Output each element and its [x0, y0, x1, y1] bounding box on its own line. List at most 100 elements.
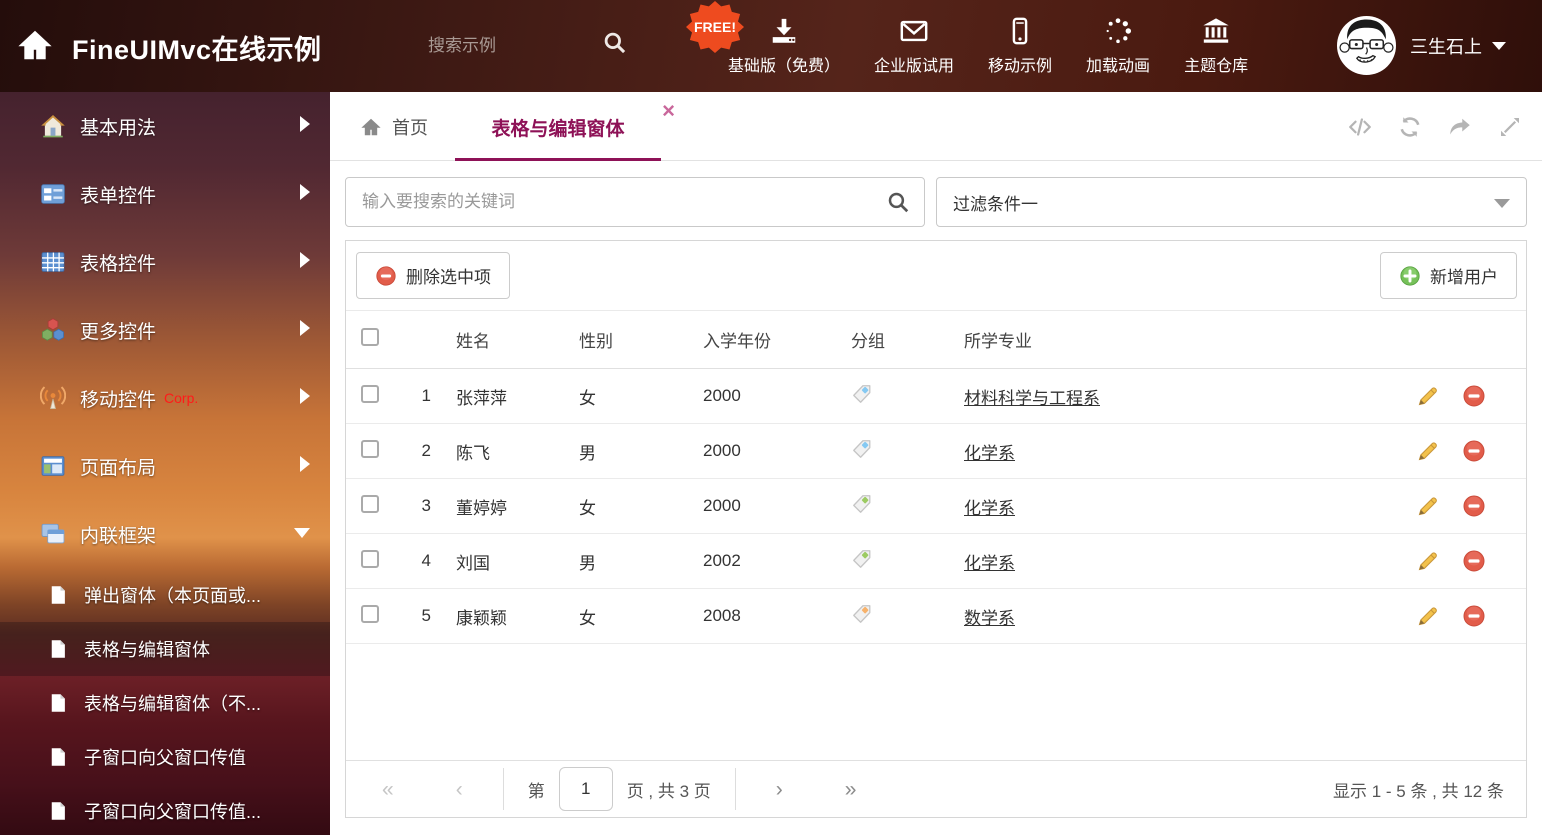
- row-checkbox[interactable]: [361, 440, 379, 458]
- nav-item-2[interactable]: 企业版试用: [874, 16, 954, 76]
- expand-icon[interactable]: [1498, 115, 1522, 139]
- avatar[interactable]: [1337, 16, 1396, 75]
- row-checkbox[interactable]: [361, 605, 379, 623]
- delete-minus-icon[interactable]: [1462, 439, 1486, 463]
- page-prefix: 第: [528, 777, 545, 802]
- refresh-icon[interactable]: [1398, 115, 1422, 139]
- chevron-right-icon: [300, 388, 310, 409]
- edit-pencil-icon[interactable]: [1416, 384, 1440, 408]
- sidebar-item-label: 表单控件: [80, 181, 156, 208]
- table-row[interactable]: 5康颖颖女2008数学系: [346, 589, 1526, 644]
- nav-item-label: 企业版试用: [874, 52, 954, 76]
- sidebar-item-7[interactable]: 内联框架: [0, 500, 330, 568]
- sidebar-item-4[interactable]: 更多控件: [0, 296, 330, 364]
- chevron-down-icon: [1492, 42, 1506, 50]
- user-menu[interactable]: 三生石上: [1410, 33, 1506, 59]
- nav-item-5[interactable]: 主题仓库: [1184, 16, 1248, 76]
- row-number: 3: [401, 496, 451, 516]
- row-checkbox[interactable]: [361, 495, 379, 513]
- delete-minus-icon[interactable]: [1462, 549, 1486, 573]
- table-header-row: 姓名性别入学年份分组所学专业: [346, 311, 1526, 369]
- search-icon[interactable]: [886, 190, 911, 215]
- tab-grid-edit-window[interactable]: 表格与编辑窗体 ×: [455, 92, 661, 161]
- delete-minus-icon[interactable]: [1462, 494, 1486, 518]
- forward-icon[interactable]: [1448, 115, 1472, 139]
- header-search-input[interactable]: [428, 30, 588, 62]
- row-checkbox[interactable]: [361, 385, 379, 403]
- pagination-bar: « ‹ 第 页 , 共 3 页 › » 显示 1 - 5 条 , 共 12 条: [346, 760, 1526, 817]
- delete-minus-icon[interactable]: [1462, 604, 1486, 628]
- cell-year: 2000: [698, 441, 846, 461]
- add-user-button[interactable]: 新增用户: [1380, 252, 1517, 299]
- sidebar-subitem-5[interactable]: 子窗口向父窗口传值...: [0, 784, 330, 835]
- minus-circle-icon: [375, 265, 397, 287]
- column-header-5[interactable]: 所学专业: [959, 327, 1376, 352]
- home-icon[interactable]: [16, 26, 54, 64]
- column-header-1[interactable]: 姓名: [451, 327, 574, 352]
- row-checkbox[interactable]: [361, 550, 379, 568]
- major-link[interactable]: 数学系: [964, 609, 1015, 628]
- major-link[interactable]: 材料科学与工程系: [964, 389, 1100, 408]
- column-header-3[interactable]: 入学年份: [698, 327, 846, 352]
- edit-pencil-icon[interactable]: [1416, 439, 1440, 463]
- nav-item-3[interactable]: 移动示例: [988, 16, 1052, 76]
- file-icon: [48, 747, 68, 767]
- table-row[interactable]: 3董婷婷女2000化学系: [346, 479, 1526, 534]
- major-link[interactable]: 化学系: [964, 499, 1015, 518]
- tag-icon[interactable]: [851, 438, 873, 460]
- major-link[interactable]: 化学系: [964, 554, 1015, 573]
- tab-active-label: 表格与编辑窗体: [455, 114, 661, 141]
- keyword-search-input[interactable]: [346, 178, 924, 226]
- tag-icon[interactable]: [851, 493, 873, 515]
- sidebar-subitem-label: 弹出窗体（本页面或...: [84, 582, 261, 608]
- next-page-button[interactable]: ›: [776, 779, 783, 800]
- home-color-icon: [40, 113, 66, 139]
- chevron-right-icon: [300, 184, 310, 205]
- nav-item-4[interactable]: 加载动画: [1086, 16, 1150, 76]
- file-icon: [48, 585, 68, 605]
- sidebar-subitem-label: 子窗口向父窗口传值...: [84, 798, 261, 824]
- download-icon: [769, 16, 799, 46]
- edit-pencil-icon[interactable]: [1416, 549, 1440, 573]
- sidebar-subitem-4[interactable]: 子窗口向父窗口传值: [0, 730, 330, 784]
- page-number-input[interactable]: [559, 767, 613, 811]
- record-summary: 显示 1 - 5 条 , 共 12 条: [1333, 777, 1504, 802]
- page-suffix: 页 , 共 3 页: [627, 777, 711, 802]
- tab-home[interactable]: 首页: [360, 92, 428, 161]
- delete-minus-icon[interactable]: [1462, 384, 1486, 408]
- nav-item-1[interactable]: 基础版（免费）: [728, 16, 840, 76]
- layout-color-icon: [40, 453, 66, 479]
- table-row[interactable]: 4刘国男2002化学系: [346, 534, 1526, 589]
- search-icon[interactable]: [602, 30, 628, 56]
- filter-dropdown[interactable]: 过滤条件一: [936, 177, 1527, 227]
- nav-item-label: 移动示例: [988, 52, 1052, 76]
- cell-year: 2000: [698, 386, 846, 406]
- column-header-2[interactable]: 性别: [574, 327, 698, 352]
- sidebar-subitem-3[interactable]: 表格与编辑窗体（不...: [0, 676, 330, 730]
- tag-icon[interactable]: [851, 548, 873, 570]
- code-icon[interactable]: [1348, 115, 1372, 139]
- table-row[interactable]: 1张萍萍女2000材料科学与工程系: [346, 369, 1526, 424]
- sidebar-item-6[interactable]: 页面布局: [0, 432, 330, 500]
- tag-icon[interactable]: [851, 603, 873, 625]
- edit-pencil-icon[interactable]: [1416, 604, 1440, 628]
- sidebar-subitem-1[interactable]: 弹出窗体（本页面或...: [0, 568, 330, 622]
- table-row[interactable]: 2陈飞男2000化学系: [346, 424, 1526, 479]
- column-header-4[interactable]: 分组: [846, 327, 959, 352]
- close-icon[interactable]: ×: [662, 100, 675, 122]
- major-link[interactable]: 化学系: [964, 444, 1015, 463]
- sidebar-item-1[interactable]: 基本用法: [0, 92, 330, 160]
- select-all-checkbox[interactable]: [361, 328, 379, 346]
- sidebar-item-2[interactable]: 表单控件: [0, 160, 330, 228]
- sidebar-item-5[interactable]: 移动控件Corp.: [0, 364, 330, 432]
- edit-pencil-icon[interactable]: [1416, 494, 1440, 518]
- cell-gender: 男: [574, 549, 698, 574]
- first-page-button[interactable]: «: [382, 779, 394, 800]
- tag-icon[interactable]: [851, 383, 873, 405]
- sidebar-item-3[interactable]: 表格控件: [0, 228, 330, 296]
- sidebar: 基本用法表单控件表格控件更多控件移动控件Corp.页面布局内联框架弹出窗体（本页…: [0, 92, 330, 835]
- sidebar-subitem-2[interactable]: 表格与编辑窗体: [0, 622, 330, 676]
- prev-page-button[interactable]: ‹: [456, 779, 463, 800]
- delete-selected-button[interactable]: 删除选中项: [356, 252, 510, 299]
- last-page-button[interactable]: »: [845, 779, 857, 800]
